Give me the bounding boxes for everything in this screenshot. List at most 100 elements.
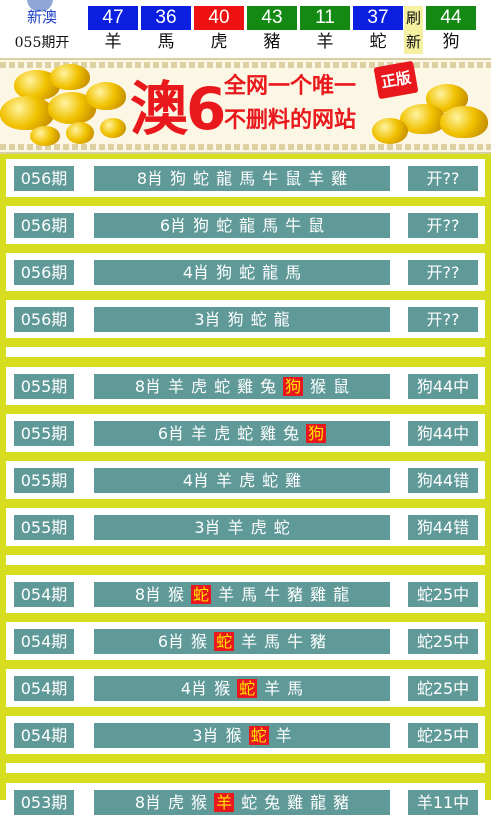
period-cell: 055期 xyxy=(14,421,74,446)
group-separator xyxy=(6,555,485,565)
group-separator xyxy=(6,763,485,773)
pick-count: 8肖 xyxy=(134,793,162,812)
prediction-row: 056期 4肖狗蛇龍馬开?? xyxy=(6,253,485,291)
zodiac-item: 雞 xyxy=(285,471,302,490)
banner-slogan-line2: 不删料的网站 xyxy=(224,108,357,133)
pick-count: 3肖 xyxy=(194,518,221,537)
pick-count: 4肖 xyxy=(182,471,210,490)
brand-label[interactable]: 新澳 xyxy=(2,6,82,27)
pick-count: 4肖 xyxy=(182,263,210,282)
gold-coin-icon xyxy=(66,122,94,144)
ball-zodiac: 豬 xyxy=(263,32,281,52)
zodiac-item: 狗 xyxy=(216,263,233,282)
zodiac-pick-cell: 8肖猴蛇羊馬牛豬雞龍 xyxy=(94,582,390,607)
ball-number: 37 xyxy=(353,6,403,30)
prediction-row: 055期 4肖羊虎蛇雞狗44错 xyxy=(6,461,485,499)
zodiac-item: 羊 xyxy=(227,518,244,537)
zodiac-item: 猴 xyxy=(191,632,208,651)
zodiac-item: 蛇 xyxy=(239,263,256,282)
zodiac-item: 龍 xyxy=(216,169,233,188)
zodiac-item: 羊 xyxy=(241,632,258,651)
zodiac-item: 羊 xyxy=(275,726,292,745)
result-cell: 蛇25中 xyxy=(408,676,478,701)
zodiac-item: 兔 xyxy=(283,424,300,443)
zodiac-item: 猴 xyxy=(214,679,231,698)
ball-zodiac: 羊 xyxy=(104,32,122,52)
zodiac-hit: 狗 xyxy=(283,377,304,396)
gold-ingot-icon xyxy=(440,106,488,138)
ball-number: 43 xyxy=(247,6,297,30)
ball-number: 47 xyxy=(88,6,138,30)
ball-number: 44 xyxy=(426,6,476,30)
zodiac-item: 羊 xyxy=(168,377,185,396)
promo-banner[interactable]: 澳6 全网一个唯一 不删料的网站 正版 xyxy=(0,58,491,154)
zodiac-pick-cell: 6肖羊虎蛇雞兔狗 xyxy=(94,421,390,446)
refresh-button[interactable]: 刷 新 xyxy=(404,6,423,54)
pick-count: 3肖 xyxy=(192,726,219,745)
zodiac-item: 虎 xyxy=(168,793,185,812)
zodiac-item: 蛇 xyxy=(216,216,233,235)
zodiac-item: 蛇 xyxy=(214,377,231,396)
zodiac-item: 兔 xyxy=(260,377,277,396)
ball-zodiac: 馬 xyxy=(157,32,175,52)
ball-zodiac: 蛇 xyxy=(369,32,387,52)
zodiac-item: 龍 xyxy=(310,793,327,812)
banner-slogan-line1: 全网一个唯一 xyxy=(224,74,357,99)
draw-ball-4: 43 豬 xyxy=(247,6,297,54)
official-stamp: 正版 xyxy=(373,60,419,100)
zodiac-item: 狗 xyxy=(170,169,187,188)
zodiac-item: 鼠 xyxy=(333,377,350,396)
period-cell: 054期 xyxy=(14,582,74,607)
draw-ball-6: 37 蛇 xyxy=(353,6,403,54)
prediction-row: 056期 3肖狗蛇龍开?? xyxy=(6,300,485,338)
zodiac-item: 龍 xyxy=(273,310,290,329)
zodiac-pick-cell: 6肖狗蛇龍馬牛鼠 xyxy=(94,213,390,238)
result-cell: 蛇25中 xyxy=(408,582,478,607)
period-cell: 056期 xyxy=(14,260,74,285)
period-cell: 055期 xyxy=(14,515,74,540)
zodiac-item: 豬 xyxy=(333,793,350,812)
prediction-row: 055期 3肖羊虎蛇狗44错 xyxy=(6,508,485,546)
gold-coin-icon xyxy=(100,118,126,138)
zodiac-item: 龍 xyxy=(262,263,279,282)
zodiac-pick-cell: 3肖狗蛇龍 xyxy=(94,307,390,332)
prediction-row: 056期 8肖狗蛇龍馬牛鼠羊雞开?? xyxy=(6,159,485,197)
zodiac-item: 虎 xyxy=(191,377,208,396)
zodiac-pick-cell: 8肖羊虎蛇雞兔狗猴鼠 xyxy=(94,374,390,399)
zodiac-item: 龍 xyxy=(239,216,256,235)
result-cell: 狗44错 xyxy=(408,468,478,493)
zodiac-pick-cell: 4肖狗蛇龍馬 xyxy=(94,260,390,285)
result-cell: 开?? xyxy=(408,260,478,285)
result-cell: 狗44中 xyxy=(408,421,478,446)
prediction-row: 055期 8肖羊虎蛇雞兔狗猴鼠狗44中 xyxy=(6,367,485,405)
prediction-row: 054期 3肖猴蛇羊蛇25中 xyxy=(6,716,485,754)
zodiac-item: 蛇 xyxy=(237,424,254,443)
zodiac-item: 馬 xyxy=(285,263,302,282)
prediction-row: 053期 8肖虎猴羊蛇兔雞龍豬羊11中 xyxy=(6,783,485,821)
zodiac-hit: 蛇 xyxy=(191,585,212,604)
prediction-row: 056期 6肖狗蛇龍馬牛鼠开?? xyxy=(6,206,485,244)
zodiac-hit: 蛇 xyxy=(214,632,235,651)
zodiac-item: 豬 xyxy=(310,632,327,651)
zodiac-item: 蛇 xyxy=(250,310,267,329)
result-cell: 蛇25中 xyxy=(408,723,478,748)
zodiac-pick-cell: 4肖猴蛇羊馬 xyxy=(94,676,390,701)
banner-border-bottom xyxy=(0,144,491,150)
draw-ball-2: 36 馬 xyxy=(141,6,191,54)
zodiac-item: 虎 xyxy=(239,471,256,490)
zodiac-hit: 狗 xyxy=(306,424,327,443)
result-cell: 狗44错 xyxy=(408,515,478,540)
pick-count: 4肖 xyxy=(180,679,208,698)
zodiac-item: 豬 xyxy=(287,585,304,604)
pick-count: 8肖 xyxy=(134,585,162,604)
pick-count: 6肖 xyxy=(157,424,185,443)
zodiac-item: 牛 xyxy=(264,585,281,604)
zodiac-item: 雞 xyxy=(260,424,277,443)
zodiac-item: 虎 xyxy=(214,424,231,443)
zodiac-item: 鼠 xyxy=(308,216,325,235)
zodiac-pick-cell: 3肖羊虎蛇 xyxy=(94,515,390,540)
zodiac-hit: 蛇 xyxy=(237,679,258,698)
issue-number: 055期开 xyxy=(14,35,70,51)
zodiac-item: 猴 xyxy=(168,585,185,604)
result-cell: 蛇25中 xyxy=(408,629,478,654)
